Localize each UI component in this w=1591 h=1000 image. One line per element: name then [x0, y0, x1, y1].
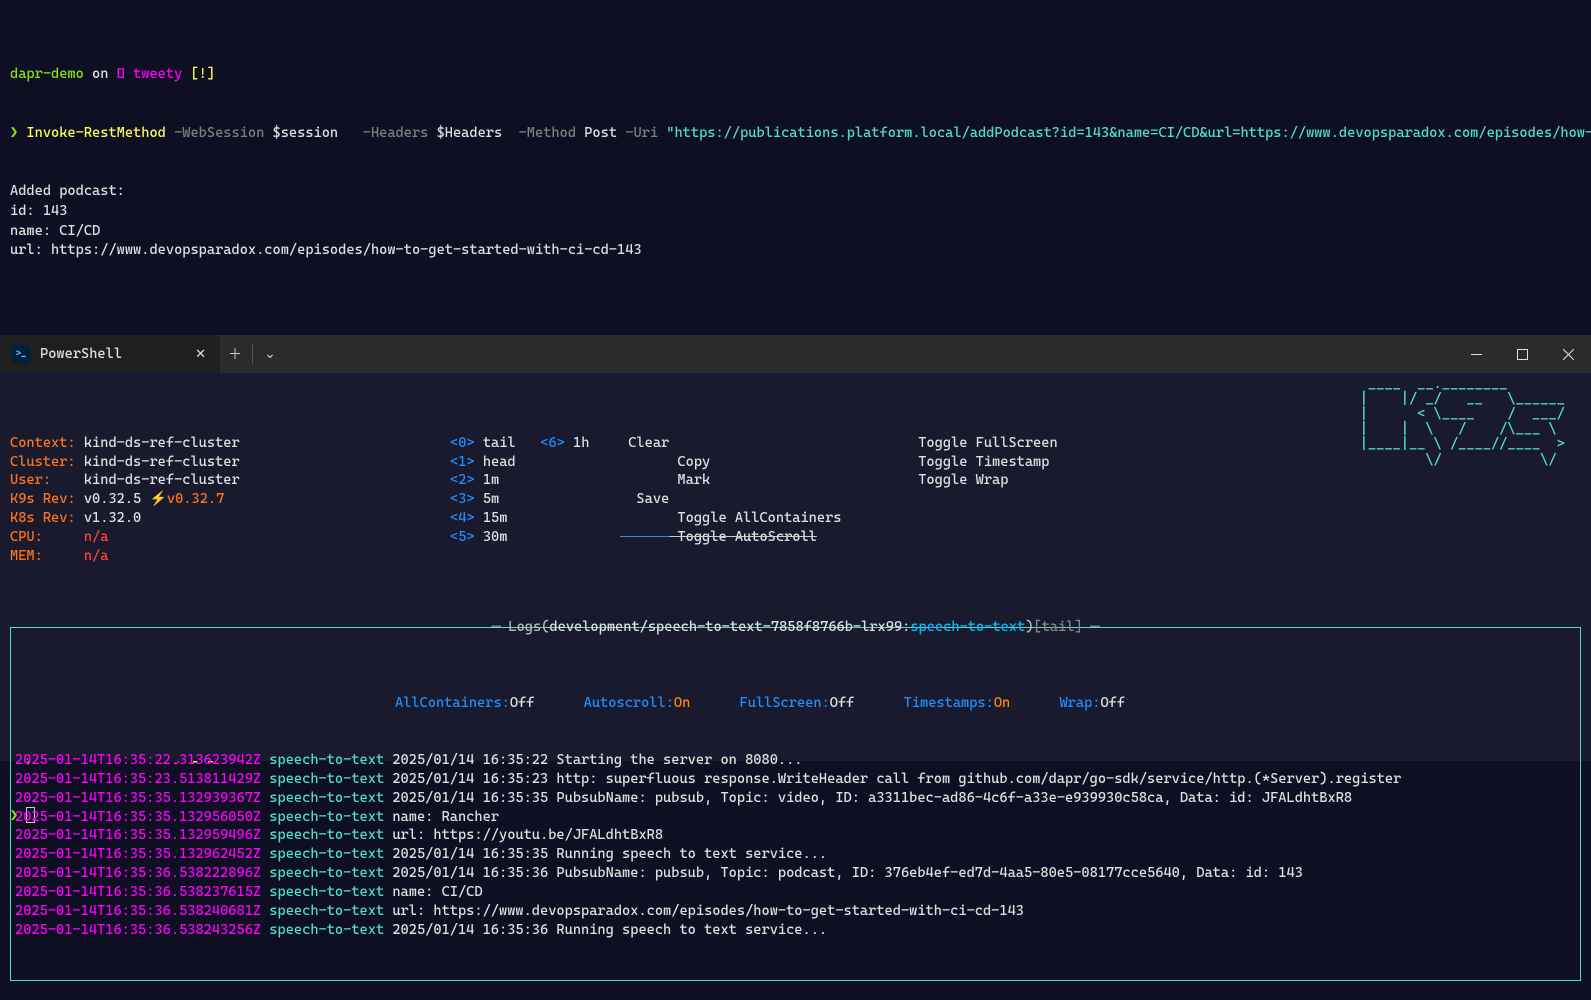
log-line: 2025-01-14T16:35:36.538222896Z speech-to…: [15, 864, 1576, 883]
k9s-info-row: K8s Rev: v1.32.0: [10, 509, 450, 528]
hotkey-row: Toggle Timestamp: [910, 453, 1200, 472]
logs-status: AllContainers:Off Autoscroll:On FullScre…: [15, 694, 1576, 713]
hotkey-row: <0> tail <6> 1h: [450, 434, 620, 453]
hotkey-row: Copy: [620, 453, 910, 472]
tab-powershell[interactable]: >_ PowerShell ✕: [0, 335, 220, 373]
hotkey-row: Toggle Wrap: [910, 471, 1200, 490]
log-line: 2025-01-14T16:35:35.132939367Z speech-to…: [15, 789, 1576, 808]
cwd: dapr-demo: [10, 66, 84, 82]
output-line: Added podcast:: [10, 182, 1581, 202]
k9s-info-row: Cluster: kind-ds-ref-cluster: [10, 453, 450, 472]
hotkey-row: <1> head: [450, 453, 620, 472]
window-titlebar: >_ PowerShell ✕ ＋ ⌄: [0, 335, 1591, 373]
cmd-arg: -Uri: [625, 125, 658, 141]
log-line: 2025-01-14T16:35:36.538240681Z speech-to…: [15, 902, 1576, 921]
git-flags: [!]: [190, 66, 215, 82]
powershell-icon: >_: [12, 345, 30, 363]
hotkey-row: <5> 30m: [450, 528, 620, 547]
k9s-info-row: CPU: n/a: [10, 528, 450, 547]
cmd-arg: -Method: [519, 125, 576, 141]
logs-body[interactable]: 2025-01-14T16:35:22.313623942Z speech-to…: [15, 751, 1576, 940]
cmd-verb: Invoke-RestMethod: [26, 125, 165, 141]
log-line: 2025-01-14T16:35:23.513811429Z speech-to…: [15, 770, 1576, 789]
k9s-info-row: User: kind-ds-ref-cluster: [10, 471, 450, 490]
prompt-1: dapr-demo on  tweety [!]: [10, 65, 1581, 85]
log-line: 2025-01-14T16:35:35.132956050Z speech-to…: [15, 808, 1576, 827]
log-line: 2025-01-14T16:35:22.313623942Z speech-to…: [15, 751, 1576, 770]
k9s-info-row: Context: kind-ds-ref-cluster: [10, 434, 450, 453]
close-tab-button[interactable]: ✕: [195, 347, 206, 362]
output-line: name: CI/CD: [10, 222, 1581, 242]
upper-terminal[interactable]: dapr-demo on  tweety [!] ❯ Invoke-RestM…: [0, 0, 1591, 335]
prompt-arrow: ❯: [10, 125, 18, 141]
cmd-uri: "https://publications.platform.local/add…: [666, 125, 1591, 141]
k9s-info-row: MEM: n/a: [10, 547, 450, 566]
minimize-button[interactable]: [1453, 335, 1499, 373]
hotkey-row: Save: [620, 490, 910, 509]
hotkey-row: Mark: [620, 471, 910, 490]
log-line: 2025-01-14T16:35:35.132962452Z speech-to…: [15, 845, 1576, 864]
close-window-button[interactable]: [1545, 335, 1591, 373]
hotkey-row: Clear: [620, 434, 910, 453]
git-branch: tweety: [133, 66, 182, 82]
k9s-info: Context: kind-ds-ref-clusterCluster: kin…: [10, 434, 450, 566]
k9s-info-row: K9s Rev: v0.32.5 ⚡v0.32.7: [10, 490, 450, 509]
hotkey-row: Toggle FullScreen: [910, 434, 1200, 453]
log-line: 2025-01-14T16:35:36.538237615Z speech-to…: [15, 883, 1576, 902]
prompt-on: on: [92, 66, 108, 82]
hotkey-row: Toggle AutoScroll: [620, 528, 910, 547]
cmd-arg: -WebSession: [174, 125, 264, 141]
logs-title: ─ Logs(development/speech-to-text-7858f8…: [11, 618, 1580, 637]
hotkey-row: <4> 15m: [450, 509, 620, 528]
k9s-logo: ____ __.________ | |/ _/ __ \______ | < …: [1360, 377, 1573, 468]
hotkey-row: <2> 1m: [450, 471, 620, 490]
k9s-header: Context: kind-ds-ref-clusterCluster: kin…: [10, 434, 1581, 566]
tab-title: PowerShell: [40, 346, 185, 362]
k9s-pane[interactable]: ____ __.________ | |/ _/ __ \______ | < …: [0, 373, 1591, 761]
new-tab-button[interactable]: ＋: [220, 335, 250, 373]
k9s-hotkeys: <0> tail <6> 1h<1> head <2> 1m <3> 5m <4…: [450, 434, 1200, 566]
git-icon: : [117, 66, 125, 82]
output-line: url: https://www.devopsparadox.com/episo…: [10, 241, 1581, 261]
divider: [252, 344, 253, 364]
command-1: ❯ Invoke-RestMethod -WebSession $session…: [10, 124, 1581, 144]
output-line: id: 143: [10, 202, 1581, 222]
hotkey-row: <3> 5m: [450, 490, 620, 509]
cmd-arg: -Headers: [363, 125, 429, 141]
cmd-val: Post: [584, 125, 617, 141]
tab-dropdown-button[interactable]: ⌄: [255, 335, 285, 373]
log-line: 2025-01-14T16:35:36.538243256Z speech-to…: [15, 921, 1576, 940]
cmd-val: $session: [273, 125, 339, 141]
log-line: 2025-01-14T16:35:35.132959496Z speech-to…: [15, 826, 1576, 845]
maximize-button[interactable]: [1499, 335, 1545, 373]
hotkey-row: Toggle AllContainers: [620, 509, 910, 528]
logs-frame: ─ Logs(development/speech-to-text-7858f8…: [10, 627, 1581, 981]
cmd-val: $Headers: [437, 125, 503, 141]
